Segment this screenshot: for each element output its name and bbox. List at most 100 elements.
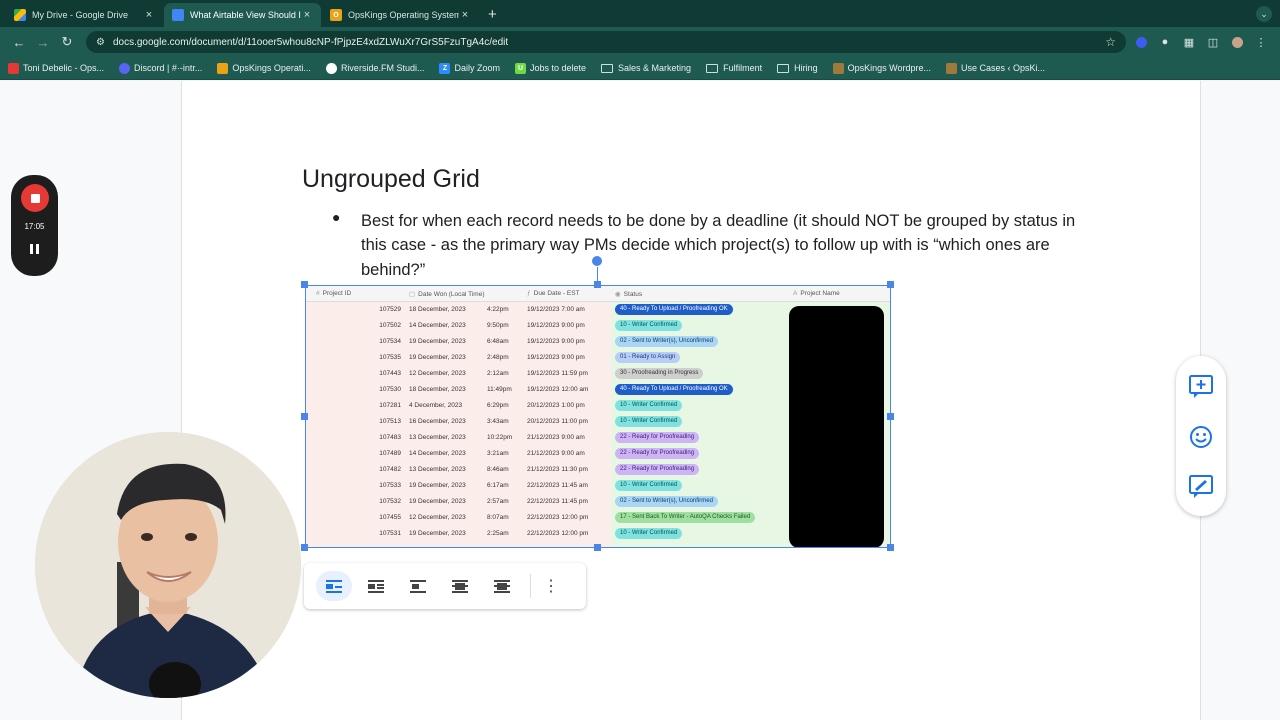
due-date-cell: 21/12/2023 9:00 am	[527, 434, 585, 441]
bookmark-label: Use Cases ‹ OpsKi...	[960, 63, 1046, 73]
resize-handle[interactable]	[301, 413, 308, 420]
emoji-reaction-icon[interactable]	[1188, 424, 1214, 450]
time-won-cell: 6:29pm	[487, 402, 509, 409]
resize-handle[interactable]	[301, 544, 308, 551]
date-won-cell: 14 December, 2023	[409, 450, 466, 457]
more-options-icon[interactable]: ⋮	[541, 576, 561, 596]
bookmark-item[interactable]: Z Daily Zoom	[439, 62, 500, 74]
resize-handle[interactable]	[594, 544, 601, 551]
site-settings-icon[interactable]: ⚙	[96, 37, 105, 48]
time-won-cell: 6:48am	[487, 338, 509, 345]
column-header: A Project Name	[793, 290, 840, 297]
inline-wrap-icon	[326, 580, 342, 593]
bullet-text[interactable]: Best for when each record needs to be do…	[361, 209, 1081, 282]
close-tab-icon[interactable]: ×	[301, 9, 313, 21]
bookmark-item[interactable]: Use Cases ‹ OpsKi...	[945, 62, 1046, 74]
hash-icon: #	[316, 290, 320, 297]
bookmark-label: Discord | #·-intr...	[134, 63, 203, 73]
project-id-cell: 107530	[379, 386, 401, 393]
reload-icon[interactable]: ↻	[56, 31, 78, 53]
close-tab-icon[interactable]: ×	[143, 9, 155, 21]
tab-opskings-os[interactable]: O OpsKings Operating System ×	[322, 3, 479, 27]
tab-my-drive[interactable]: My Drive - Google Drive ×	[6, 3, 163, 27]
address-bar[interactable]: ⚙ docs.google.com/document/d/11ooer5whou…	[86, 31, 1126, 53]
status-badge: 10 - Writer Confirmed	[615, 416, 683, 427]
project-id-cell: 107531	[379, 530, 401, 537]
status-badge: 10 - Writer Confirmed	[615, 320, 683, 331]
opskings-icon: O	[330, 9, 342, 21]
date-won-cell: 4 December, 2023	[409, 402, 463, 409]
browser-menu-icon[interactable]: ⋮	[1252, 33, 1270, 51]
toolbar-divider	[530, 574, 531, 598]
resize-handle[interactable]	[887, 413, 894, 420]
status-badge: 02 - Sent to Writer(s), Unconfirmed	[615, 336, 718, 347]
calendar-icon: ▢	[409, 291, 416, 298]
time-won-cell: 2:48pm	[487, 354, 509, 361]
break-text-button[interactable]	[400, 571, 436, 601]
bookmark-folder[interactable]: Sales & Marketing	[601, 63, 691, 73]
time-won-cell: 3:43am	[487, 418, 509, 425]
time-won-cell: 2:25am	[487, 530, 509, 537]
side-panel-icon[interactable]: ◫	[1204, 33, 1222, 51]
new-tab-button[interactable]: +	[480, 6, 505, 27]
status-badge: 22 - Ready for Proofreading	[615, 448, 700, 459]
bookmark-item[interactable]: OpsKings Operati...	[217, 62, 311, 74]
bookmark-folder[interactable]: Fulfilment	[706, 63, 762, 73]
google-drive-icon	[14, 9, 26, 21]
date-won-cell: 14 December, 2023	[409, 322, 466, 329]
due-date-cell: 22/12/2023 11:45 pm	[527, 498, 588, 505]
bookmark-label: Riverside.FM Studi...	[340, 63, 425, 73]
behind-text-button[interactable]	[442, 571, 478, 601]
time-won-cell: 11:49pm	[487, 386, 512, 393]
project-id-cell: 107483	[379, 434, 401, 441]
presenter-video	[35, 432, 301, 698]
zoom-icon: Z	[439, 62, 451, 74]
suggest-edits-icon[interactable]	[1188, 473, 1214, 499]
bookmark-folder[interactable]: Hiring	[777, 63, 818, 73]
behind-text-icon	[452, 580, 468, 593]
resize-handle[interactable]	[301, 281, 308, 288]
profile-avatar[interactable]	[1228, 33, 1246, 51]
bookmark-item[interactable]: OpsKings Wordpre...	[832, 62, 931, 74]
url-text[interactable]: docs.google.com/document/d/11ooer5whou8c…	[113, 37, 1105, 48]
in-line-button[interactable]	[316, 571, 352, 601]
add-comment-icon[interactable]	[1188, 373, 1214, 399]
date-won-cell: 19 December, 2023	[409, 530, 466, 537]
extensions-puzzle-icon[interactable]: ▦	[1180, 33, 1198, 51]
bookmark-label: Jobs to delete	[529, 63, 587, 73]
bookmark-item[interactable]: Toni Debelic - Ops...	[8, 62, 104, 74]
bookmark-item[interactable]: U Jobs to delete	[514, 62, 587, 74]
back-icon[interactable]: ←	[8, 31, 30, 53]
in-front-of-text-button[interactable]	[484, 571, 520, 601]
resize-handle[interactable]	[594, 281, 601, 288]
due-date-cell: 21/12/2023 9:00 am	[527, 450, 585, 457]
column-header: # Project ID	[316, 290, 352, 297]
tab-airtable-view-doc[interactable]: What Airtable View Should I Use ×	[164, 3, 321, 27]
close-tab-icon[interactable]: ×	[459, 9, 471, 21]
section-heading[interactable]: Ungrouped Grid	[302, 165, 480, 194]
airtable-grid-image[interactable]: # Project ID ▢ Date Won (Local Time) ƒ Due …	[305, 285, 891, 548]
stop-recording-button[interactable]	[21, 184, 49, 212]
extension-icon[interactable]	[1132, 33, 1150, 51]
due-date-cell: 22/12/2023 12:00 pm	[527, 530, 589, 537]
due-date-cell: 19/12/2023 11:59 pm	[527, 370, 588, 377]
resize-handle[interactable]	[887, 281, 894, 288]
bookmark-star-icon[interactable]: ☆	[1105, 35, 1116, 49]
wrap-text-button[interactable]	[358, 571, 394, 601]
bookmark-item[interactable]: Discord | #·-intr...	[119, 62, 203, 74]
due-date-cell: 19/12/2023 9:00 pm	[527, 322, 585, 329]
tab-title: What Airtable View Should I Use	[190, 10, 301, 20]
forward-icon[interactable]: →	[32, 31, 54, 53]
time-won-cell: 4:22pm	[487, 306, 509, 313]
upwork-icon: U	[514, 62, 526, 74]
extension-icon[interactable]: ●	[1156, 33, 1174, 51]
date-won-cell: 13 December, 2023	[409, 466, 466, 473]
bookmark-item[interactable]: Riverside.FM Studi...	[325, 62, 425, 74]
tab-search-icon[interactable]: ⌄	[1256, 6, 1272, 22]
rotate-handle[interactable]	[592, 256, 602, 266]
screen-recorder-widget: 17:05	[11, 175, 58, 276]
resize-handle[interactable]	[887, 544, 894, 551]
pause-icon[interactable]	[28, 243, 41, 255]
document-page[interactable]: Ungrouped Grid ● Best for when each reco…	[181, 81, 1201, 720]
wordpress-icon	[832, 62, 844, 74]
